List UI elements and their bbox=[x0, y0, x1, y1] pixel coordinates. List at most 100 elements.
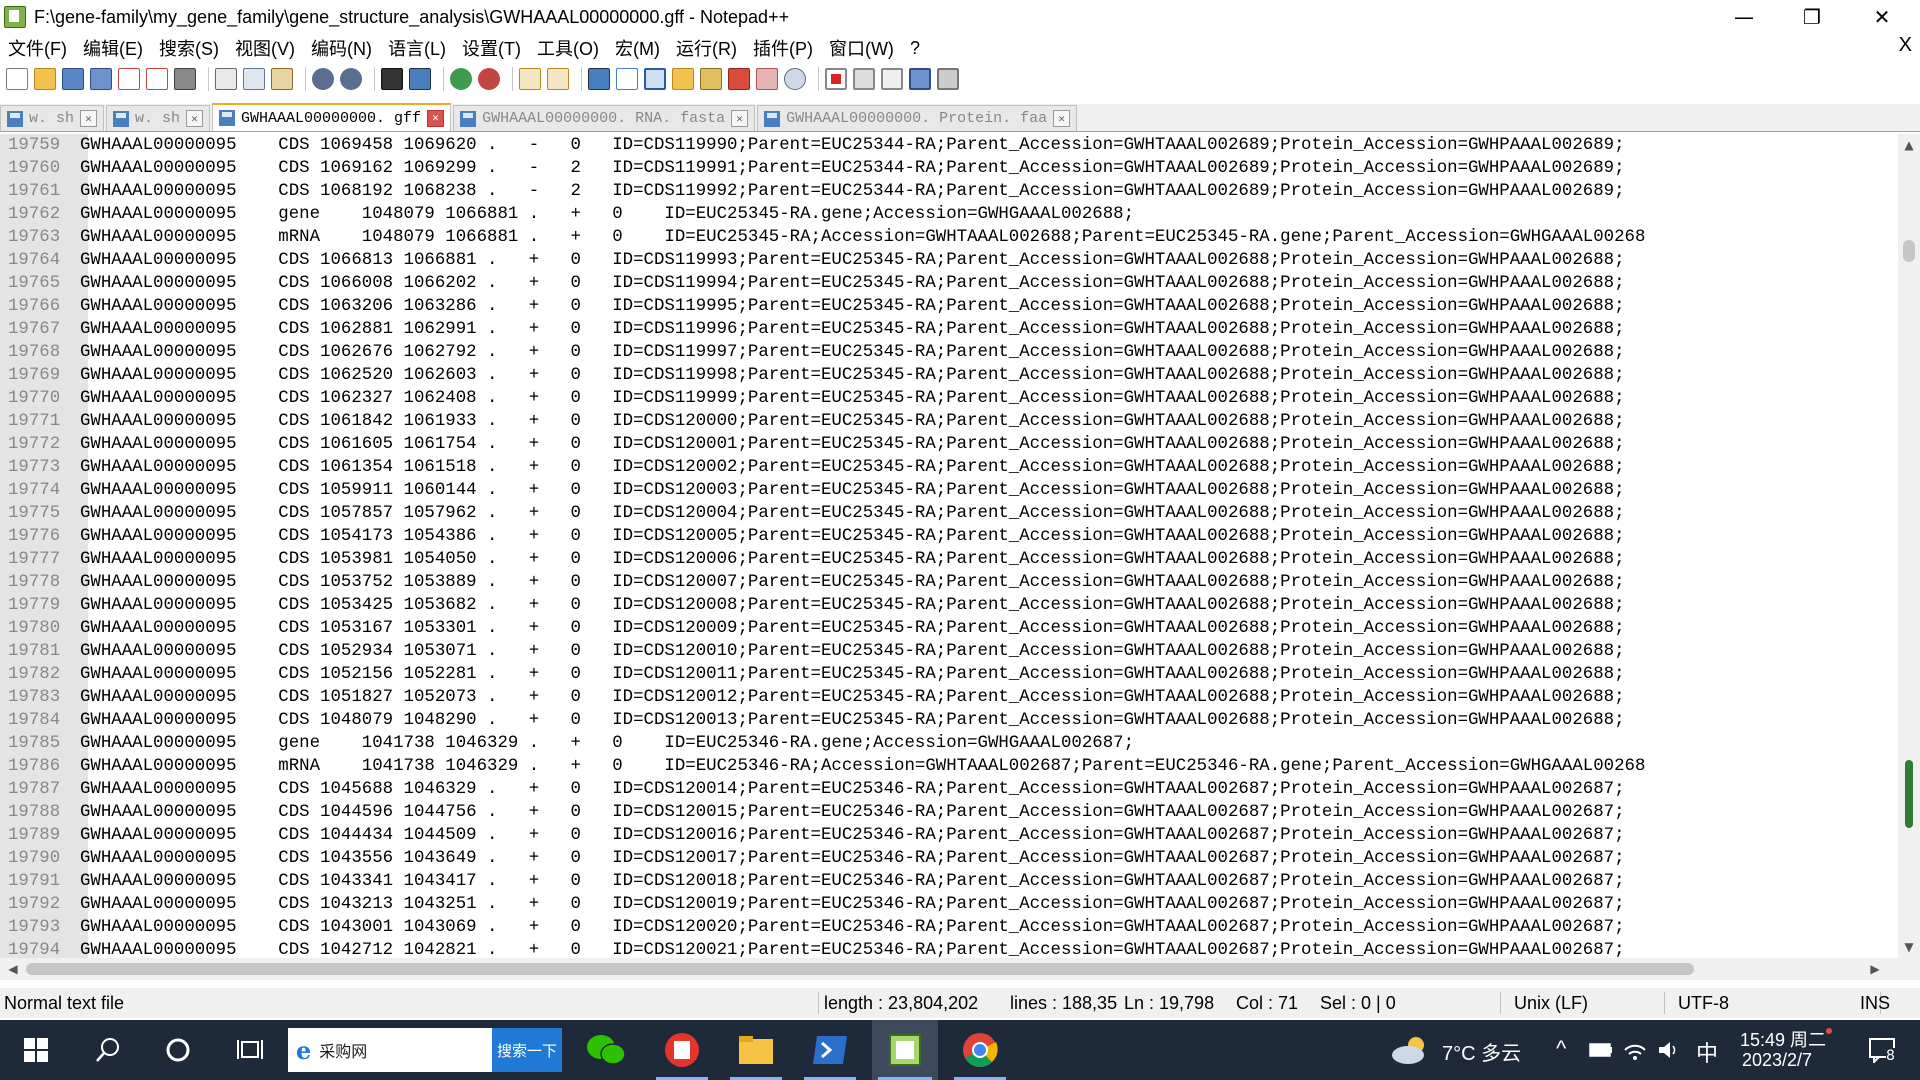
line-text[interactable]: GWHAAAL00000095 CDS 1044434 1044509 . + … bbox=[80, 826, 1625, 845]
code-line[interactable]: 19767 GWHAAAL00000095 CDS 1062881 1062991… bbox=[0, 318, 1898, 341]
tab-protein-faa[interactable]: GWHAAAL00000000. Protein. faa ✕ bbox=[757, 105, 1078, 131]
chevron-up-icon[interactable]: ^ bbox=[1556, 1036, 1566, 1062]
line-text[interactable]: GWHAAAL00000095 CDS 1066008 1066202 . + … bbox=[80, 274, 1625, 293]
menu-window[interactable]: 窗口(W) bbox=[821, 35, 902, 61]
wechat-app[interactable] bbox=[574, 1020, 638, 1080]
line-text[interactable]: GWHAAAL00000095 CDS 1062676 1062792 . + … bbox=[80, 343, 1625, 362]
document-map-icon[interactable] bbox=[700, 68, 722, 90]
code-line[interactable]: 19777 GWHAAAL00000095 CDS 1053981 1054050… bbox=[0, 548, 1898, 571]
code-line[interactable]: 19782 GWHAAAL00000095 CDS 1052156 1052281… bbox=[0, 663, 1898, 686]
menu-plugins[interactable]: 插件(P) bbox=[745, 35, 821, 61]
search-submit-button[interactable]: 搜索一下 bbox=[492, 1028, 562, 1072]
word-wrap-icon[interactable] bbox=[588, 68, 610, 90]
code-line[interactable]: 19793 GWHAAAL00000095 CDS 1043001 1043069… bbox=[0, 916, 1898, 939]
close-window-button[interactable]: ✕ bbox=[1848, 0, 1916, 34]
redo-icon[interactable] bbox=[340, 68, 362, 90]
code-line[interactable]: 19762 GWHAAAL00000095 gene 1048079 106688… bbox=[0, 203, 1898, 226]
line-text[interactable]: GWHAAAL00000095 mRNA 1048079 1066881 . +… bbox=[80, 228, 1645, 247]
cortana-button[interactable] bbox=[148, 1020, 208, 1080]
scroll-right-icon[interactable]: ▶ bbox=[1864, 958, 1886, 980]
folder-workspace-icon[interactable] bbox=[756, 68, 778, 90]
code-line[interactable]: 19790 GWHAAAL00000095 CDS 1043556 1043649… bbox=[0, 847, 1898, 870]
line-text[interactable]: GWHAAAL00000095 CDS 1043341 1043417 . + … bbox=[80, 872, 1625, 891]
code-line[interactable]: 19779 GWHAAAL00000095 CDS 1053425 1053682… bbox=[0, 594, 1898, 617]
tab-close-icon[interactable]: ✕ bbox=[1053, 110, 1071, 127]
zoom-in-icon[interactable] bbox=[450, 68, 472, 90]
line-text[interactable]: GWHAAAL00000095 CDS 1043213 1043251 . + … bbox=[80, 895, 1625, 914]
save-macro-icon[interactable] bbox=[937, 68, 959, 90]
line-text[interactable]: GWHAAAL00000095 CDS 1053425 1053682 . + … bbox=[80, 596, 1625, 615]
line-text[interactable]: GWHAAAL00000095 CDS 1053981 1054050 . + … bbox=[80, 550, 1625, 569]
find-icon[interactable] bbox=[381, 68, 403, 90]
sync-vertical-icon[interactable] bbox=[519, 68, 541, 90]
indent-guide-icon[interactable] bbox=[644, 68, 666, 90]
scroll-down-icon[interactable]: ▼ bbox=[1898, 936, 1920, 958]
code-line[interactable]: 19788 GWHAAAL00000095 CDS 1044596 1044756… bbox=[0, 801, 1898, 824]
menu-run[interactable]: 运行(R) bbox=[668, 35, 745, 61]
line-text[interactable]: GWHAAAL00000095 gene 1048079 1066881 . +… bbox=[80, 205, 1134, 224]
code-line[interactable]: 19785 GWHAAAL00000095 gene 1041738 104632… bbox=[0, 732, 1898, 755]
code-line[interactable]: 19768 GWHAAAL00000095 CDS 1062676 1062792… bbox=[0, 341, 1898, 364]
menu-help[interactable]: ? bbox=[902, 38, 928, 59]
code-line[interactable]: 19789 GWHAAAL00000095 CDS 1044434 1044509… bbox=[0, 824, 1898, 847]
line-text[interactable]: GWHAAAL00000095 CDS 1069458 1069620 . - … bbox=[80, 136, 1625, 155]
file-explorer-app[interactable] bbox=[724, 1020, 788, 1080]
close-file-icon[interactable] bbox=[118, 68, 140, 90]
save-icon[interactable] bbox=[62, 68, 84, 90]
undo-icon[interactable] bbox=[312, 68, 334, 90]
code-line[interactable]: 19773 GWHAAAL00000095 CDS 1061354 1061518… bbox=[0, 456, 1898, 479]
code-line[interactable]: 19764 GWHAAAL00000095 CDS 1066813 1066881… bbox=[0, 249, 1898, 272]
sync-horizontal-icon[interactable] bbox=[547, 68, 569, 90]
close-document-button[interactable]: X bbox=[1899, 34, 1912, 57]
menu-tools[interactable]: 工具(O) bbox=[529, 35, 607, 61]
tab-rna-fasta[interactable]: GWHAAAL00000000. RNA. fasta ✕ bbox=[453, 105, 756, 131]
battery-tray[interactable] bbox=[1586, 1020, 1616, 1080]
line-text[interactable]: GWHAAAL00000095 CDS 1059911 1060144 . + … bbox=[80, 481, 1625, 500]
weather-tray[interactable] bbox=[1388, 1020, 1432, 1080]
clock-date[interactable]: 2023/2/7 bbox=[1742, 1050, 1812, 1071]
code-line[interactable]: 19763 GWHAAAL00000095 mRNA 1048079 106688… bbox=[0, 226, 1898, 249]
line-text[interactable]: GWHAAAL00000095 CDS 1052156 1052281 . + … bbox=[80, 665, 1625, 684]
tab-close-icon[interactable]: ✕ bbox=[80, 110, 98, 127]
print-icon[interactable] bbox=[174, 68, 196, 90]
code-line[interactable]: 19791 GWHAAAL00000095 CDS 1043341 1043417… bbox=[0, 870, 1898, 893]
code-line[interactable]: 19792 GWHAAAL00000095 CDS 1043213 1043251… bbox=[0, 893, 1898, 916]
menu-language[interactable]: 语言(L) bbox=[380, 35, 454, 61]
code-line[interactable]: 19776 GWHAAAL00000095 CDS 1054173 1054386… bbox=[0, 525, 1898, 548]
line-text[interactable]: GWHAAAL00000095 CDS 1062520 1062603 . + … bbox=[80, 366, 1625, 385]
code-line[interactable]: 19786 GWHAAAL00000095 mRNA 1041738 104632… bbox=[0, 755, 1898, 778]
powershell-app[interactable] bbox=[798, 1020, 862, 1080]
clock-time[interactable]: 15:49 周二 bbox=[1740, 1026, 1826, 1052]
open-file-icon[interactable] bbox=[34, 68, 56, 90]
tab-w-sh-2[interactable]: w. sh ✕ bbox=[106, 105, 211, 131]
menu-settings[interactable]: 设置(T) bbox=[454, 35, 529, 61]
monitoring-icon[interactable] bbox=[784, 68, 806, 90]
menu-encoding[interactable]: 编码(N) bbox=[303, 35, 380, 61]
code-line[interactable]: 19783 GWHAAAL00000095 CDS 1051827 1052073… bbox=[0, 686, 1898, 709]
zoom-out-icon[interactable] bbox=[478, 68, 500, 90]
code-line[interactable]: 19780 GWHAAAL00000095 CDS 1053167 1053301… bbox=[0, 617, 1898, 640]
code-line[interactable]: 19759 GWHAAAL00000095 CDS 1069458 1069620… bbox=[0, 134, 1898, 157]
code-line[interactable]: 19760 GWHAAAL00000095 CDS 1069162 1069299… bbox=[0, 157, 1898, 180]
menu-file[interactable]: 文件(F) bbox=[0, 35, 75, 61]
line-text[interactable]: GWHAAAL00000095 CDS 1042712 1042821 . + … bbox=[80, 941, 1625, 958]
vertical-scrollbar[interactable]: ▲ ▼ bbox=[1898, 134, 1920, 958]
line-text[interactable]: GWHAAAL00000095 CDS 1061354 1061518 . + … bbox=[80, 458, 1625, 477]
wifi-tray[interactable] bbox=[1620, 1020, 1650, 1080]
minimize-button[interactable]: — bbox=[1710, 0, 1778, 34]
menu-macro[interactable]: 宏(M) bbox=[607, 35, 668, 61]
line-text[interactable]: GWHAAAL00000095 CDS 1052934 1053071 . + … bbox=[80, 642, 1625, 661]
replace-icon[interactable] bbox=[409, 68, 431, 90]
code-line[interactable]: 19766 GWHAAAL00000095 CDS 1063206 1063286… bbox=[0, 295, 1898, 318]
code-line[interactable]: 19787 GWHAAAL00000095 CDS 1045688 1046329… bbox=[0, 778, 1898, 801]
vertical-scroll-thumb[interactable] bbox=[1903, 240, 1915, 262]
show-all-characters-icon[interactable] bbox=[616, 68, 638, 90]
code-line[interactable]: 19771 GWHAAAL00000095 CDS 1061842 1061933… bbox=[0, 410, 1898, 433]
line-text[interactable]: GWHAAAL00000095 CDS 1063206 1063286 . + … bbox=[80, 297, 1625, 316]
code-line[interactable]: 19774 GWHAAAL00000095 CDS 1059911 1060144… bbox=[0, 479, 1898, 502]
run-macro-multiple-icon[interactable] bbox=[909, 68, 931, 90]
code-line[interactable]: 19794 GWHAAAL00000095 CDS 1042712 1042821… bbox=[0, 939, 1898, 958]
input-method-indicator[interactable]: 中 bbox=[1696, 1036, 1718, 1068]
code-line[interactable]: 19781 GWHAAAL00000095 CDS 1052934 1053071… bbox=[0, 640, 1898, 663]
save-all-icon[interactable] bbox=[90, 68, 112, 90]
